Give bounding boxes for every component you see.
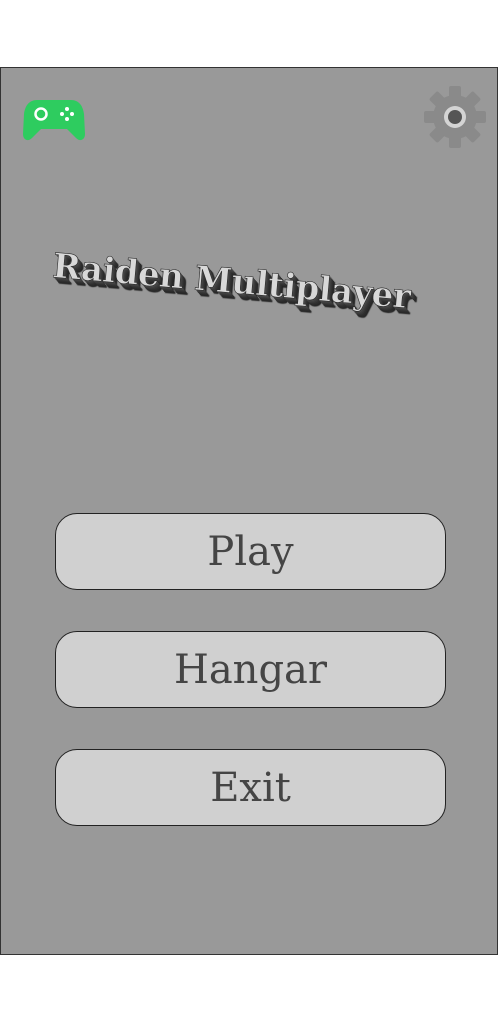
- game-screen: Raiden Multiplayer Play Hangar Exit: [0, 67, 498, 955]
- play-button[interactable]: Play: [55, 513, 446, 590]
- gear-icon[interactable]: [422, 84, 488, 150]
- game-title: Raiden Multiplayer: [51, 246, 413, 318]
- gamepad-icon[interactable]: [23, 98, 85, 142]
- hangar-button[interactable]: Hangar: [55, 631, 446, 708]
- exit-button[interactable]: Exit: [55, 749, 446, 826]
